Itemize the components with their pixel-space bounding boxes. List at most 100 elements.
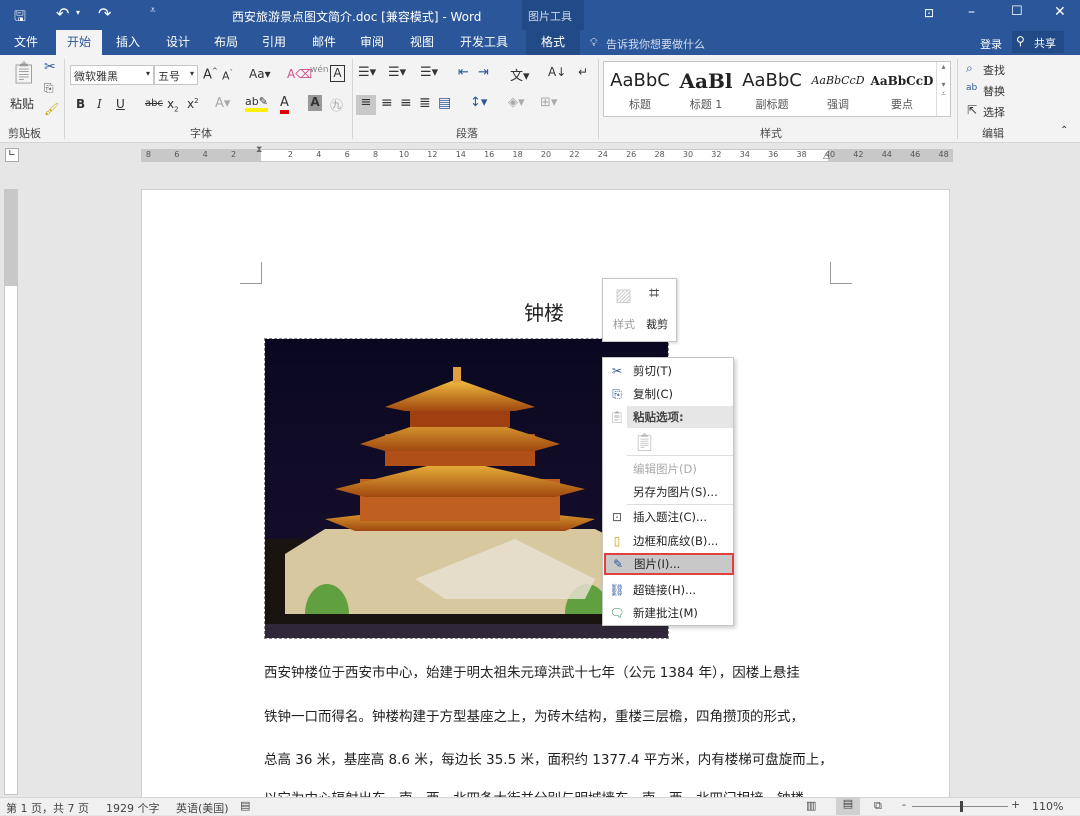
styles-scroll[interactable]: ▴ ▾ ⩡ — [936, 62, 950, 116]
select-cursor-icon[interactable]: ⇱ — [967, 103, 977, 117]
redo-icon[interactable]: ↷ — [98, 4, 111, 23]
character-border-icon[interactable]: A — [330, 65, 345, 82]
italic-button[interactable]: I — [97, 97, 102, 111]
undo-icon[interactable]: ↶ — [56, 4, 69, 23]
macro-record-icon[interactable]: ▤ — [240, 799, 250, 812]
multilevel-list-icon[interactable]: ☰▾ — [420, 65, 438, 80]
crop-button[interactable]: ⌗ 裁剪 — [643, 283, 675, 335]
copy-icon[interactable]: ⎘ — [44, 81, 54, 96]
subscript-icon[interactable]: x2 — [167, 97, 179, 113]
style-emphasis[interactable]: AaBbCcD 强调 — [804, 66, 872, 120]
bold-button[interactable]: B — [76, 97, 85, 111]
customize-qat-icon[interactable]: ⩡ — [150, 5, 156, 16]
tab-home[interactable]: 开始 — [56, 30, 102, 55]
tab-layout[interactable]: 布局 — [206, 30, 246, 55]
menu-item-insert-caption[interactable]: ⊡ 插入题注(C)... — [603, 506, 733, 528]
replace-icon[interactable]: ab — [966, 83, 977, 93]
ribbon-display-options-icon[interactable]: ⊡ — [924, 6, 934, 20]
distributed-icon[interactable]: ▤ — [438, 95, 451, 111]
style-subtitle[interactable]: AaBbC 副标题 — [738, 66, 806, 120]
style-title[interactable]: AaBbC 标题 — [606, 66, 674, 120]
zoom-in-button[interactable]: + — [1011, 798, 1020, 811]
tab-mailings[interactable]: 邮件 — [304, 30, 344, 55]
font-size-select[interactable]: 五号 ▾ — [154, 65, 198, 85]
read-mode-icon[interactable]: ▥ — [806, 799, 816, 812]
word-count[interactable]: 1929 个字 — [106, 800, 160, 816]
highlight-color-icon[interactable]: ab✎ — [245, 95, 268, 112]
paste-keep-source-icon[interactable]: 📋︎ — [633, 432, 656, 453]
strikethrough-button[interactable]: abc — [145, 98, 163, 109]
align-right-icon[interactable]: ≡ — [400, 95, 412, 111]
zoom-out-button[interactable]: - — [902, 798, 906, 811]
menu-item-copy[interactable]: ⎘ 复制(C) — [603, 383, 733, 405]
zoom-level[interactable]: 110% — [1032, 800, 1063, 813]
tab-references[interactable]: 引用 — [254, 30, 294, 55]
right-indent-marker-icon[interactable]: △ — [823, 151, 830, 161]
increase-indent-icon[interactable]: ⇥ — [478, 65, 489, 80]
find-button[interactable]: 查找 — [983, 62, 1005, 78]
character-shading-icon[interactable]: A — [308, 95, 322, 111]
web-layout-icon[interactable]: ⧉ — [874, 799, 882, 813]
replace-button[interactable]: 替换 — [983, 83, 1005, 99]
phonetic-guide-icon[interactable]: wén — [310, 65, 329, 75]
borders-icon[interactable]: ⊞▾ — [540, 95, 557, 110]
tab-view[interactable]: 视图 — [402, 30, 442, 55]
sign-in-link[interactable]: 登录 — [980, 36, 1002, 52]
clear-formatting-icon[interactable]: A⌫ — [287, 67, 312, 81]
vertical-ruler[interactable] — [4, 189, 18, 795]
cut-icon[interactable]: ✂ — [44, 59, 56, 75]
change-case-icon[interactable]: Aa▾ — [249, 67, 271, 81]
align-left-icon[interactable]: ≡ — [356, 95, 376, 115]
undo-dropdown-icon[interactable]: ▾ — [76, 8, 80, 17]
menu-item-hyperlink[interactable]: ⛓ 超链接(H)... — [603, 579, 733, 601]
collapse-ribbon-icon[interactable]: ⌃ — [1060, 125, 1068, 136]
format-painter-icon[interactable]: 🖌︎ — [44, 102, 59, 116]
tab-picture-format[interactable]: 格式 — [526, 30, 580, 55]
language-indicator[interactable]: 英语(美国) — [176, 800, 229, 816]
tab-selector-icon[interactable]: ∟ — [5, 148, 19, 162]
sort-icon[interactable]: A↓ — [548, 65, 566, 79]
tab-review[interactable]: 审阅 — [352, 30, 392, 55]
tab-developer[interactable]: 开发工具 — [452, 30, 516, 55]
asian-layout-icon[interactable]: 文▾ — [510, 65, 530, 84]
style-strong[interactable]: AaBbCcD 要点 — [868, 66, 936, 120]
show-marks-icon[interactable]: ↵ — [578, 65, 588, 79]
maximize-icon[interactable]: ☐ — [1011, 4, 1023, 19]
picture-style-button[interactable]: ▨ 样式 — [609, 283, 641, 335]
minimize-icon[interactable]: – — [968, 4, 975, 20]
grow-font-icon[interactable]: A^ — [203, 67, 218, 82]
tell-me-input[interactable]: 告诉我你想要做什么 — [606, 36, 705, 52]
select-button[interactable]: 选择 — [983, 104, 1005, 120]
paste-button[interactable]: 📋︎ 粘贴 — [8, 61, 38, 117]
decrease-indent-icon[interactable]: ⇤ — [458, 65, 469, 80]
share-button[interactable]: ⚲ 共享 — [1012, 31, 1064, 53]
page-count[interactable]: 第 1 页，共 7 页 — [6, 800, 89, 816]
shading-icon[interactable]: ◈▾ — [508, 95, 525, 110]
numbering-icon[interactable]: ☰▾ — [388, 65, 406, 80]
text-effects-icon[interactable]: A▾ — [215, 96, 230, 111]
line-spacing-icon[interactable]: ↕▾ — [470, 95, 487, 110]
zoom-slider-thumb[interactable] — [960, 801, 963, 812]
enclose-characters-icon[interactable]: ㊈ — [330, 95, 343, 114]
shrink-font-icon[interactable]: Aˇ — [222, 69, 233, 83]
style-heading-1[interactable]: AaBl 标题 1 — [672, 66, 740, 120]
save-icon[interactable]: 🖫 — [14, 6, 26, 30]
indent-marker-icon[interactable]: ⧗ — [256, 145, 262, 155]
font-color-icon[interactable]: A — [280, 95, 289, 114]
font-name-select[interactable]: 微软雅黑 ▾ — [70, 65, 154, 85]
bullets-icon[interactable]: ☰▾ — [358, 65, 376, 80]
menu-item-borders-shading[interactable]: ▯ 边框和底纹(B)... — [603, 530, 733, 552]
menu-item-save-as-picture[interactable]: 另存为图片(S)... — [603, 481, 733, 503]
menu-item-cut[interactable]: ✂ 剪切(T) — [603, 360, 733, 382]
tab-file[interactable]: 文件 — [6, 30, 46, 55]
align-center-icon[interactable]: ≡ — [381, 95, 393, 111]
menu-item-new-comment[interactable]: 🗨︎ 新建批注(M) — [603, 602, 733, 624]
close-icon[interactable]: ✕ — [1054, 4, 1066, 20]
horizontal-ruler[interactable]: ∟ 8 6 4 2 2 4 6 8 10 12 14 16 18 20 22 24 26 28 30 32 34 36 38… — [0, 143, 1080, 168]
tab-design[interactable]: 设计 — [158, 30, 198, 55]
find-icon[interactable]: ⌕ — [966, 61, 973, 76]
justify-icon[interactable]: ≣ — [419, 95, 431, 111]
print-layout-icon[interactable]: ▤ — [836, 797, 860, 815]
tab-insert[interactable]: 插入 — [108, 30, 148, 55]
underline-button[interactable]: U — [116, 97, 125, 111]
